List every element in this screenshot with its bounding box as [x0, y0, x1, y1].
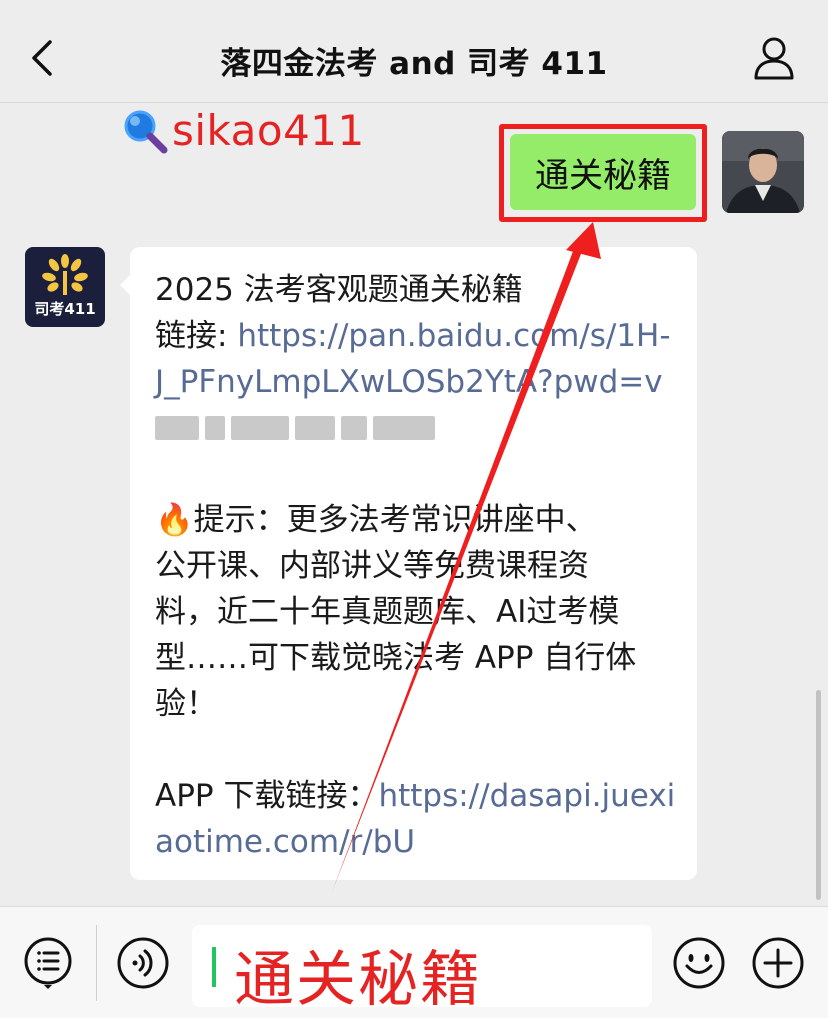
incoming-message-bubble[interactable]: 2025 法考客观题通关秘籍 链接: https://pan.baidu.com… [120, 247, 697, 880]
message-line: 型……可下载觉晓法考 APP 自行体 [155, 640, 637, 676]
search-tag-text: sikao411 [172, 106, 365, 155]
person-icon [754, 37, 794, 80]
text-caret [212, 947, 216, 987]
app-download-link[interactable]: https://dasapi.juexi [378, 778, 675, 814]
message-line: 验！ [155, 686, 217, 722]
message-line: 料，近二十年真题题库、AI过考模 [155, 594, 620, 630]
message-line: 🔥提示：更多法考常识讲座中、 [155, 502, 597, 538]
profile-button[interactable] [750, 34, 798, 82]
fire-icon: 🔥 [155, 502, 194, 538]
smiley-icon [673, 937, 725, 989]
more-button[interactable] [750, 935, 806, 991]
link-label: 链接: [155, 318, 238, 354]
official-account-avatar[interactable]: 司考411 [25, 247, 105, 327]
app-link-label: APP 下载链接： [155, 778, 379, 814]
baidu-link[interactable]: https://pan.baidu.com/s/1H- [237, 318, 670, 354]
divider [96, 925, 97, 1001]
outgoing-message-bubble[interactable]: 通关秘籍 [510, 134, 696, 210]
scrollbar[interactable] [816, 690, 821, 900]
plus-icon [752, 937, 804, 989]
search-tag-overlay: sikao411 [120, 106, 365, 155]
message-line: 链接: https://pan.baidu.com/s/1H- [155, 313, 677, 359]
menu-button[interactable] [20, 933, 76, 989]
voice-icon [117, 937, 169, 989]
user-photo [722, 131, 804, 213]
chat-screen: 落四金法考 and 司考 411 sikao411 通关秘籍 司考411 202… [0, 0, 828, 1018]
message-line: 公开课、内部讲义等免费课程资 [155, 548, 589, 584]
chat-title: 落四金法考 and 司考 411 [220, 46, 608, 82]
voice-button[interactable] [115, 935, 171, 991]
blurred-password [155, 405, 677, 451]
emoji-button[interactable] [671, 935, 727, 991]
avatar-label: 司考411 [34, 300, 96, 318]
message-line: APP 下载链接：https://dasapi.juexi [155, 773, 677, 819]
list-menu-icon [24, 937, 72, 989]
app-download-link-continued[interactable]: aotime.com/r/bU [155, 819, 677, 865]
message-input-value: 通关秘籍 [234, 945, 482, 1015]
user-avatar[interactable] [722, 131, 804, 213]
baidu-link-continued[interactable]: J_PFnyLmpLXwLOSb2YtA?pwd=v [155, 359, 677, 405]
message-input[interactable]: 通关秘籍 [192, 925, 652, 1015]
magnifier-icon [124, 110, 168, 153]
message-line: 2025 法考客观题通关秘籍 [155, 272, 523, 308]
chat-header: 落四金法考 and 司考 411 [0, 0, 828, 103]
input-bar: 通关秘籍 [0, 906, 828, 1018]
